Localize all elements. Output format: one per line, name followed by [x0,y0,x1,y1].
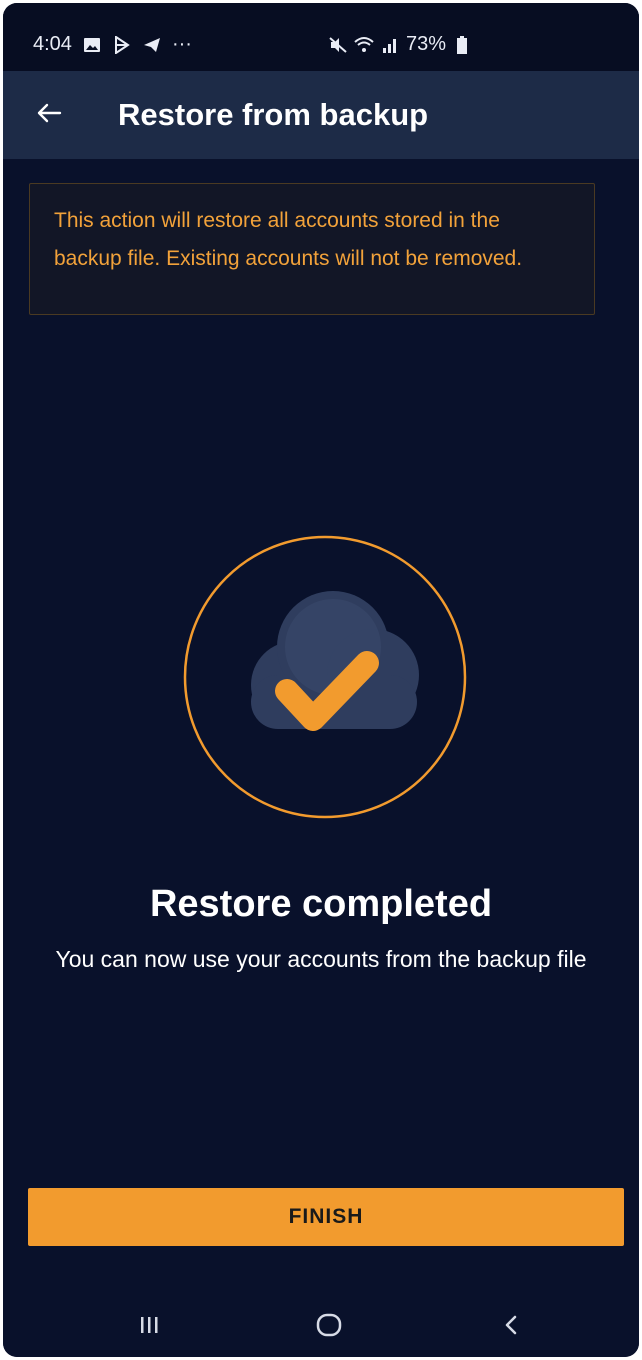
status-bar: 4:04 ··· 73% [3,3,639,71]
app-bar: Restore from backup [3,71,639,159]
phone-screen: 4:04 ··· 73% Restore from backup This ac… [3,3,639,1357]
home-icon [316,1313,342,1337]
play-store-icon [112,35,132,55]
result-title: Restore completed [149,883,493,925]
gallery-icon [82,35,102,55]
recent-apps-icon [141,1317,158,1333]
status-time: 4:04 [33,33,72,55]
back-icon [505,1315,517,1335]
arrow-left-icon [37,103,62,123]
battery-icon [452,35,472,55]
recent-apps-button[interactable] [129,1305,169,1345]
home-button[interactable] [309,1305,349,1345]
battery-percent: 73% [406,33,447,55]
status-left: 4:04 ··· [33,33,192,56]
status-right: 73% [328,33,472,56]
nav-back-button[interactable] [491,1305,531,1345]
warning-text: This action will restore all accounts st… [54,209,523,270]
wifi-icon [354,35,374,55]
page-title: Restore from backup [118,97,429,132]
system-navigation-bar [3,1283,639,1357]
status-more: ··· [171,33,192,55]
signal-icon [380,35,400,55]
restore-success-illustration [183,535,467,819]
finish-button[interactable]: FINISH [28,1188,624,1246]
cloud-check-icon [183,535,467,819]
telegram-icon [142,35,162,55]
warning-banner: This action will restore all accounts st… [29,183,595,315]
mute-icon [328,35,348,55]
result-description: You can now use your accounts from the b… [55,946,587,972]
back-button[interactable] [29,93,69,133]
